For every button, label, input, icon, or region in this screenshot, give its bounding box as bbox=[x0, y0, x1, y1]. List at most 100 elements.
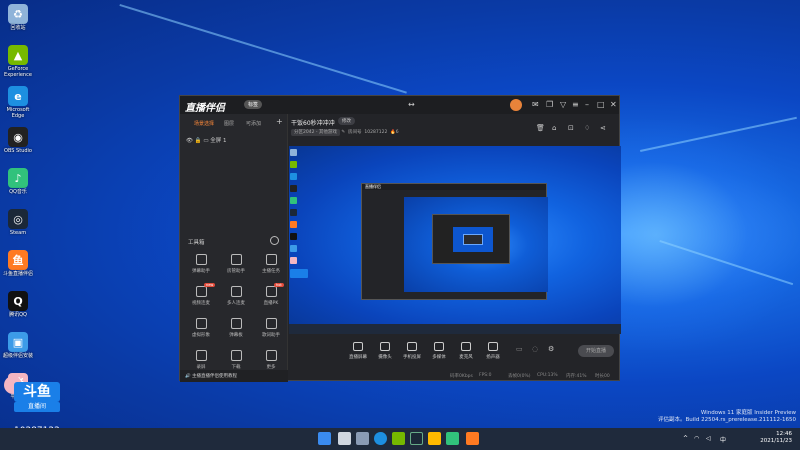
app-titlebar: 直播伴侣 标签 ↔ ✉ ❐ ▽ ≡ – □ ✕ bbox=[180, 96, 619, 114]
add-scene-icon[interactable]: + bbox=[276, 117, 283, 126]
menu-icon[interactable]: ≡ bbox=[572, 100, 579, 109]
start-icon[interactable] bbox=[318, 432, 331, 445]
stat-item: 内存:41% bbox=[566, 374, 587, 379]
nested-inner-window bbox=[432, 214, 510, 264]
maximize-icon[interactable]: □ bbox=[597, 100, 605, 109]
lock-icon[interactable]: ⊡ bbox=[568, 124, 574, 132]
room-category: 分区2042 - 其他游戏 ✎ 房间号 10287122 🔥6 bbox=[291, 129, 399, 136]
more-icon[interactable] bbox=[270, 236, 279, 245]
desktop-icon[interactable]: 鱼斗鱼直播伴侣 bbox=[2, 250, 34, 277]
control-label: 扬声器 bbox=[486, 355, 500, 360]
gear-icon[interactable]: ⚙ bbox=[548, 345, 554, 353]
tab-addable[interactable]: 可添加 bbox=[246, 120, 261, 127]
control-button[interactable]: 手机投屏 bbox=[397, 342, 427, 360]
control-button[interactable]: 麦克风 bbox=[451, 342, 481, 360]
clock[interactable]: 12:46 2021/11/23 bbox=[760, 431, 792, 445]
task-view-icon[interactable] bbox=[356, 432, 369, 445]
folder-icon[interactable] bbox=[428, 432, 441, 445]
share-icon[interactable]: ⋖ bbox=[600, 124, 606, 132]
bell-icon[interactable]: ♢ bbox=[584, 124, 590, 132]
tool-item[interactable]: 多人连麦 bbox=[219, 286, 253, 306]
control-label: 直播屏幕 bbox=[349, 355, 367, 360]
shirt-icon[interactable]: ▽ bbox=[560, 100, 566, 109]
language-indicator[interactable]: 中 bbox=[720, 435, 726, 444]
user-avatar[interactable] bbox=[510, 99, 522, 111]
qqmusic-icon[interactable] bbox=[446, 432, 459, 445]
tool-item[interactable]: hot 直播PK bbox=[254, 283, 288, 306]
tab-scenes[interactable]: 场景选择 bbox=[194, 120, 214, 127]
app-badge[interactable]: 标签 bbox=[244, 100, 263, 109]
desktop-icon[interactable]: ▲ GeForce Experience bbox=[2, 45, 34, 78]
gift-icon[interactable]: ❐ bbox=[546, 100, 553, 109]
tool-icon bbox=[230, 254, 242, 265]
nested-preview bbox=[404, 197, 548, 292]
tool-icon bbox=[265, 286, 277, 297]
unlock-icon[interactable]: ⌂ bbox=[552, 124, 556, 132]
wallpaper-streak bbox=[119, 4, 407, 94]
desktop-icon[interactable]: ▣ 超级伴侣安装 bbox=[2, 332, 34, 359]
viewer-count: 6 bbox=[395, 130, 399, 135]
stream-preview[interactable]: 直播伴侣 bbox=[289, 146, 621, 334]
eye-icon[interactable]: 👁 bbox=[186, 138, 193, 144]
tool-label: 主播任务 bbox=[262, 269, 280, 274]
record-icon[interactable]: ▭ bbox=[516, 345, 523, 353]
douyu-brand-logo: 斗鱼 直播间 bbox=[4, 376, 60, 424]
desktop-icon-label: 斗鱼直播伴侣 bbox=[2, 271, 33, 277]
tool-icon bbox=[195, 318, 207, 329]
tool-item[interactable]: 房管助手 bbox=[219, 254, 253, 274]
desktop-icon-label: QQ音乐 bbox=[9, 189, 27, 195]
message-icon[interactable]: ✉ bbox=[532, 100, 539, 109]
desktop-icon[interactable]: e Microsoft Edge bbox=[2, 86, 34, 119]
control-button[interactable]: 摄像头 bbox=[370, 342, 400, 360]
tool-item[interactable]: 主播任务 bbox=[254, 254, 288, 274]
desktop-icon[interactable]: ◉ OBS Studio bbox=[2, 127, 34, 154]
minimize-icon[interactable]: – bbox=[585, 100, 589, 109]
control-button[interactable]: 多媒体 bbox=[424, 342, 454, 360]
lock-icon[interactable]: 🔒 bbox=[195, 138, 202, 144]
windows-watermark: Windows 11 家庭版 Insider Preview 评估副本。Buil… bbox=[658, 410, 796, 424]
desktop-icon[interactable]: Q 腾讯QQ bbox=[2, 291, 34, 318]
tab-layers[interactable]: 图层 bbox=[224, 120, 234, 127]
scene-item[interactable]: 👁 🔒 ▭ 全屏 1 bbox=[186, 136, 227, 144]
control-icon bbox=[488, 342, 498, 351]
tool-item[interactable]: new 视频连麦 bbox=[184, 283, 218, 306]
tool-item[interactable]: 弹幕板 bbox=[219, 318, 253, 338]
control-button[interactable]: 扬声器 bbox=[478, 342, 508, 360]
search-icon[interactable] bbox=[338, 432, 351, 445]
close-icon[interactable]: ✕ bbox=[610, 100, 617, 109]
settings-dot-icon[interactable]: ◌ bbox=[532, 345, 538, 353]
control-button[interactable]: 直播屏幕 bbox=[343, 342, 373, 360]
tool-item[interactable]: 虚拟形象 bbox=[184, 318, 218, 338]
douyu-taskbar-icon[interactable] bbox=[466, 432, 479, 445]
tray-chevron-icon[interactable]: ^ bbox=[683, 435, 688, 442]
desktop-icon[interactable]: ♪ QQ音乐 bbox=[2, 168, 34, 195]
resize-arrows-icon[interactable]: ↔ bbox=[408, 100, 415, 109]
trash-icon[interactable]: 🗑 bbox=[536, 124, 545, 132]
tool-icon bbox=[195, 254, 207, 265]
edit-pencil-icon[interactable]: ✎ bbox=[341, 130, 345, 135]
tool-item[interactable]: 录屏 bbox=[184, 350, 218, 370]
edge-icon[interactable] bbox=[374, 432, 387, 445]
control-icon bbox=[434, 342, 444, 351]
tool-item[interactable]: 弹幕助手 bbox=[184, 254, 218, 274]
tutorial-notice[interactable]: 🔊 主播直播伴侣使用教程 bbox=[180, 370, 288, 382]
app-icon: Q bbox=[8, 291, 28, 311]
geforce-icon[interactable] bbox=[392, 432, 405, 445]
edit-title-button[interactable]: 修改 bbox=[338, 117, 355, 125]
monitor-icon: ▭ bbox=[203, 138, 209, 144]
stat-item: 码率0Kbps bbox=[450, 374, 473, 379]
tool-icon bbox=[265, 254, 277, 265]
category-pill[interactable]: 分区2042 - 其他游戏 bbox=[291, 129, 340, 136]
volume-icon[interactable]: ◁ bbox=[706, 435, 711, 442]
desktop-icon[interactable]: ◎ Steam bbox=[2, 209, 34, 236]
tool-item[interactable]: 歌词助手 bbox=[254, 318, 288, 338]
hot-badge: hot bbox=[274, 283, 284, 287]
app-icon: ♪ bbox=[8, 168, 28, 188]
desktop-icon[interactable]: ♻ 回收站 bbox=[2, 4, 34, 31]
start-live-button[interactable]: 开始直播 bbox=[578, 345, 614, 357]
steam-icon[interactable] bbox=[410, 432, 423, 445]
tool-item[interactable]: 更多 bbox=[254, 350, 288, 370]
network-icon[interactable]: ◠ bbox=[694, 435, 699, 442]
date: 2021/11/23 bbox=[760, 438, 792, 444]
tool-item[interactable]: 下载 bbox=[219, 350, 253, 370]
